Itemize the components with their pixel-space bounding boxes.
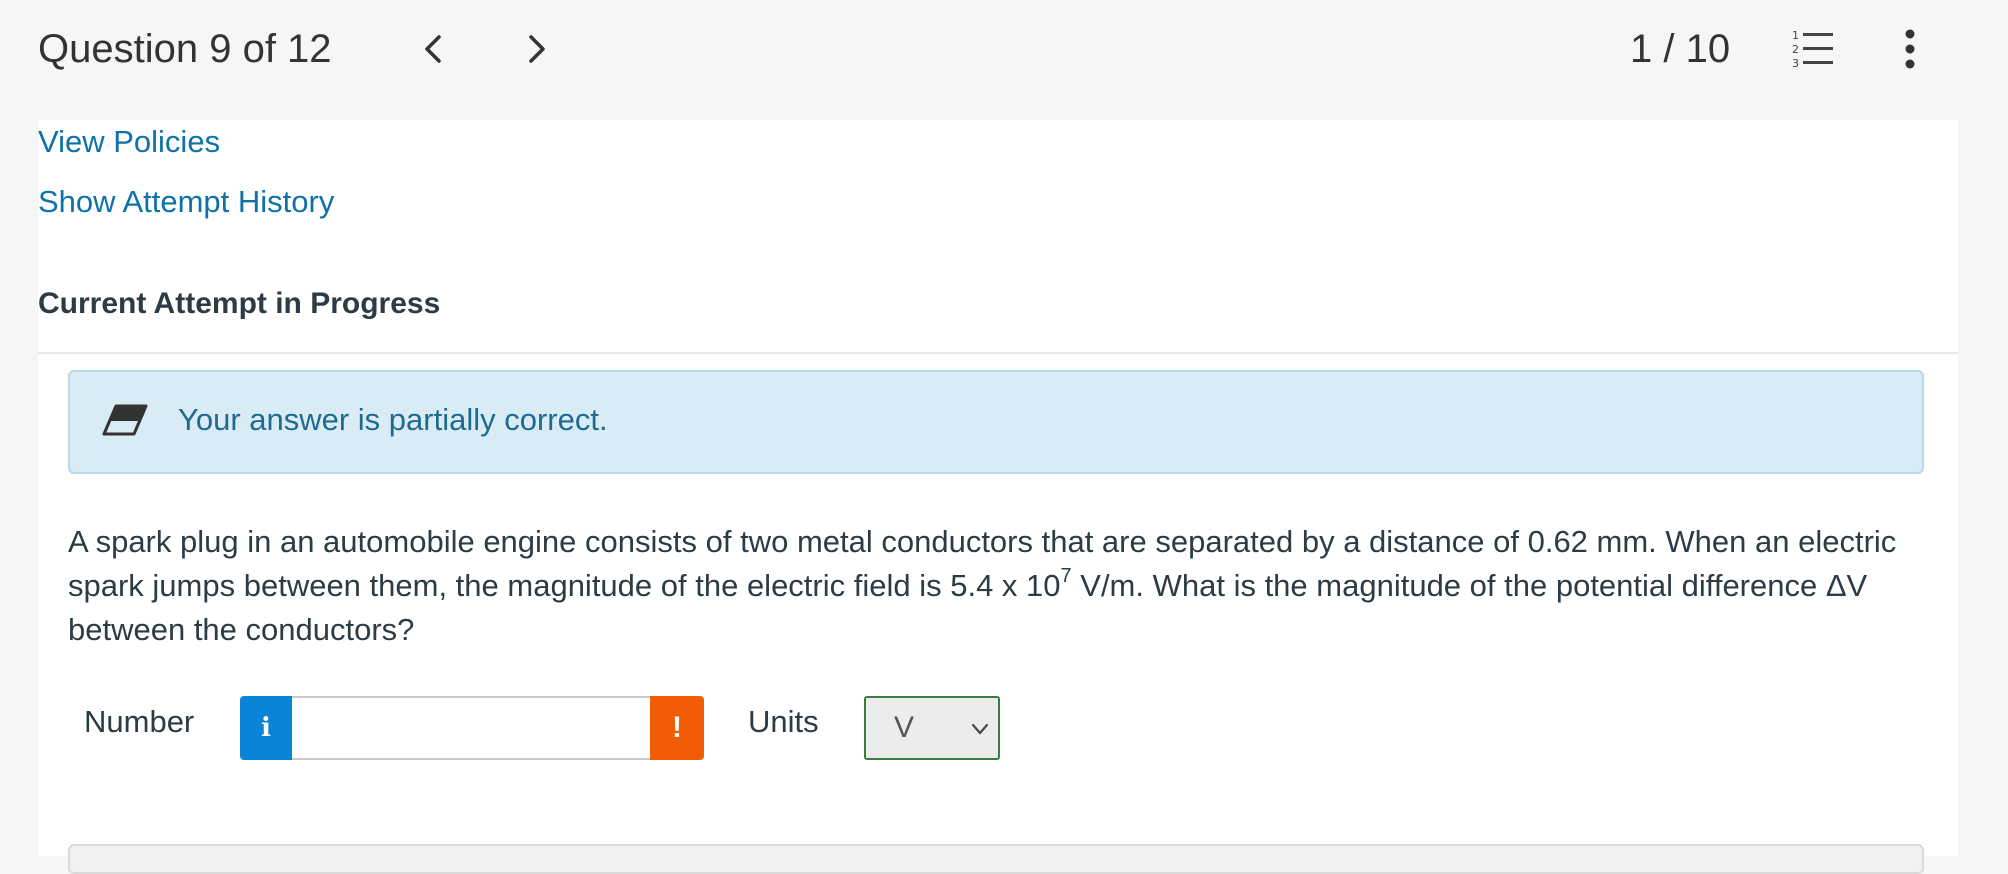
feedback-banner: Your answer is partially correct. bbox=[68, 370, 1924, 474]
numbered-list-icon[interactable]: 1 2 3 bbox=[1790, 26, 1836, 72]
chevron-down-icon bbox=[971, 723, 989, 735]
next-section-box bbox=[68, 844, 1924, 874]
question-panel: View Policies Show Attempt History Curre… bbox=[38, 120, 1958, 874]
number-input[interactable] bbox=[292, 696, 650, 760]
kebab-menu-icon[interactable] bbox=[1890, 26, 1930, 72]
attempt-heading: Current Attempt in Progress bbox=[38, 287, 441, 320]
number-label: Number bbox=[84, 704, 195, 739]
units-selected-value: V bbox=[894, 711, 915, 744]
attempt-counter: 1 / 10 bbox=[1630, 27, 1731, 71]
warning-icon: ! bbox=[672, 711, 682, 744]
chevron-left-icon bbox=[425, 35, 441, 63]
view-policies-link[interactable]: View Policies bbox=[38, 122, 220, 162]
feedback-text: Your answer is partially correct. bbox=[178, 402, 608, 437]
top-bar: Question 9 of 12 1 / 10 1 2 3 bbox=[0, 0, 2008, 120]
chevron-right-icon bbox=[529, 35, 545, 63]
next-question-button[interactable] bbox=[512, 24, 562, 74]
info-button[interactable]: i bbox=[240, 696, 292, 760]
previous-question-button[interactable] bbox=[408, 24, 458, 74]
units-label: Units bbox=[748, 704, 819, 739]
show-attempt-history-link[interactable]: Show Attempt History bbox=[38, 182, 334, 222]
divider bbox=[38, 352, 1958, 354]
question-title: Question 9 of 12 bbox=[38, 27, 332, 71]
question-text: A spark plug in an automobile engine con… bbox=[68, 520, 1928, 652]
svg-text:2: 2 bbox=[1792, 43, 1799, 56]
info-icon: i bbox=[261, 713, 271, 743]
eraser-icon bbox=[102, 404, 148, 436]
question-exponent: 7 bbox=[1060, 565, 1072, 587]
units-select[interactable]: V bbox=[864, 696, 1000, 760]
warning-button[interactable]: ! bbox=[650, 696, 704, 760]
svg-text:3: 3 bbox=[1792, 57, 1799, 70]
svg-text:1: 1 bbox=[1792, 29, 1799, 42]
